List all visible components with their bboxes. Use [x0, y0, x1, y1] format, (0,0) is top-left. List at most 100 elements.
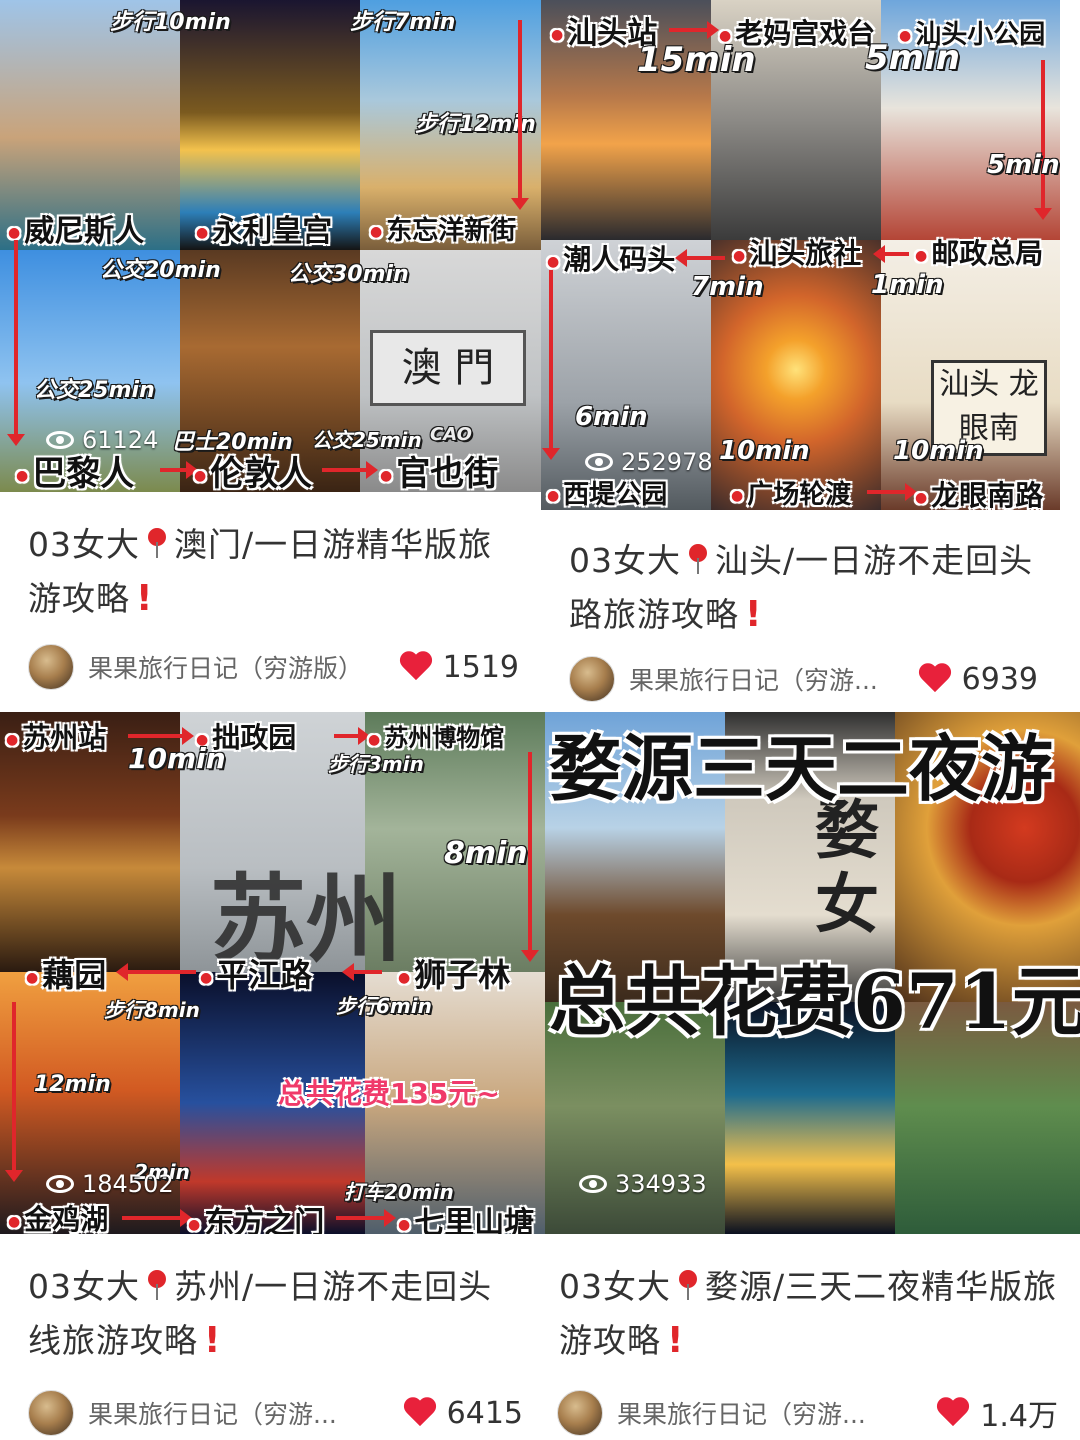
time-label: 12min: [34, 1072, 111, 1097]
view-count: 61124: [46, 426, 158, 454]
time-label: 7min: [691, 272, 764, 302]
cover-image[interactable]: 汕头 龙眼南 汕头站 老妈宫戏台 汕头小公园 15min 5min 5min 潮…: [541, 0, 1060, 510]
time-label: 10min: [719, 436, 810, 466]
route-arrow: [342, 963, 382, 981]
avatar[interactable]: [569, 656, 615, 702]
route-arrow: [336, 1209, 396, 1227]
place-label: 永利皇宫: [196, 206, 332, 250]
heart-icon: [936, 1398, 970, 1428]
eye-icon: [46, 1175, 74, 1193]
route-arrow: [334, 727, 370, 745]
heart-icon: [403, 1398, 437, 1428]
place-label: 伦敦人: [194, 446, 312, 492]
note-card-suzhou[interactable]: 苏州 苏州站 拙政园 苏州博物馆 10min 步行3min 8min 藕园 平江…: [0, 712, 545, 1440]
author-row[interactable]: 果果旅行日记（穷游... 6415: [28, 1388, 523, 1438]
exclamation-icon: !: [204, 1320, 222, 1361]
route-arrow: [7, 240, 25, 446]
place-label: 威尼斯人: [8, 206, 144, 250]
cover-image[interactable]: 婺女 婺源三天二夜游 总共花费671元 334933: [545, 712, 1080, 1234]
eye-icon: [46, 431, 74, 449]
author-row[interactable]: 果果旅行日记（穷游... 6939: [569, 654, 1038, 704]
note-title[interactable]: 03女大 苏州/一日游不走回头线旅游攻略!: [28, 1260, 523, 1368]
place-label: 西堤公园: [547, 474, 667, 510]
time-label: 步行6min: [336, 994, 432, 1018]
like-count: 6939: [961, 661, 1038, 697]
avatar[interactable]: [28, 1390, 74, 1436]
author-row[interactable]: 果果旅行日记（穷游... 1.4万: [557, 1388, 1058, 1438]
route-arrow: [867, 483, 917, 501]
note-card-wuyuan[interactable]: 婺女 婺源三天二夜游 总共花费671元 334933 03女大 婺源/三天二夜精华…: [545, 712, 1080, 1440]
route-arrow: [511, 20, 529, 210]
cover-cost: 总共花费671元: [549, 957, 1080, 1046]
like-button[interactable]: 1.4万: [936, 1391, 1058, 1435]
route-arrow: [5, 1002, 23, 1182]
route-arrow: [160, 461, 198, 479]
cover-image[interactable]: 苏州 苏州站 拙政园 苏州博物馆 10min 步行3min 8min 藕园 平江…: [0, 712, 545, 1234]
like-button[interactable]: 6939: [918, 662, 1038, 697]
like-button[interactable]: 6415: [403, 1396, 523, 1431]
location-pin-icon: [687, 544, 709, 574]
route-arrow: [322, 461, 378, 479]
author-name[interactable]: 果果旅行日记（穷游...: [617, 1395, 926, 1431]
note-card-macau[interactable]: 澳 門 CAO 步行10min 步行7min 步行12min 威尼斯人 永利皇宫…: [0, 0, 541, 700]
time-label: 公交25min: [34, 378, 155, 403]
place-label: 潮人码头: [547, 238, 675, 278]
author-row[interactable]: 果果旅行日记（穷游版） 1519: [28, 642, 519, 692]
time-label: 1min: [871, 270, 944, 300]
route-arrow: [542, 270, 560, 460]
route-arrow: [669, 21, 719, 39]
place-label: 金鸡湖: [8, 1198, 108, 1234]
macau-sign: 澳 門: [370, 330, 526, 406]
route-arrow: [873, 245, 909, 263]
heart-icon: [399, 652, 433, 682]
place-label: 藕园: [26, 950, 106, 996]
place-label: 汕头旅社: [733, 232, 861, 272]
eye-icon: [579, 1175, 607, 1193]
like-count: 1.4万: [980, 1399, 1058, 1434]
sign-sub-text: CAO: [430, 424, 472, 445]
cost-highlight: 总共花费135元~: [278, 1077, 500, 1110]
time-label: 步行8min: [104, 998, 200, 1022]
exclamation-icon: !: [745, 594, 763, 635]
view-count: 184502: [46, 1170, 174, 1198]
time-label: 公交30min: [288, 262, 409, 287]
time-label: 5min: [987, 150, 1060, 180]
route-arrow: [128, 727, 194, 745]
time-label: 步行10min: [110, 10, 231, 35]
cover-image[interactable]: 澳 門 CAO 步行10min 步行7min 步行12min 威尼斯人 永利皇宫…: [0, 0, 541, 492]
route-arrow: [521, 752, 539, 962]
exclamation-icon: !: [136, 578, 154, 619]
place-label: 龙眼南路: [915, 474, 1043, 510]
avatar[interactable]: [28, 644, 74, 690]
time-label: 10min: [128, 742, 226, 775]
time-label: 6min: [575, 402, 648, 432]
note-card-shantou[interactable]: 汕头 龙眼南 汕头站 老妈宫戏台 汕头小公园 15min 5min 5min 潮…: [541, 0, 1060, 712]
avatar[interactable]: [557, 1390, 603, 1436]
author-name[interactable]: 果果旅行日记（穷游版）: [88, 649, 389, 685]
route-arrow: [1034, 60, 1052, 220]
heart-icon: [918, 664, 952, 694]
place-label: 邮政总局: [915, 232, 1043, 272]
time-label: 8min: [444, 836, 528, 871]
location-pin-icon: [146, 528, 168, 558]
author-name[interactable]: 果果旅行日记（穷游...: [629, 661, 908, 697]
author-name[interactable]: 果果旅行日记（穷游...: [88, 1395, 393, 1431]
view-count: 252978: [585, 448, 713, 476]
like-count: 6415: [446, 1395, 523, 1431]
time-label: 15min: [637, 40, 756, 80]
note-title[interactable]: 03女大 汕头/一日游不走回头路旅游攻略!: [569, 534, 1038, 642]
like-button[interactable]: 1519: [399, 650, 519, 685]
eye-icon: [585, 453, 613, 471]
time-label: 步行3min: [328, 752, 424, 776]
time-label: 公交20min: [100, 258, 221, 283]
note-title[interactable]: 03女大 澳门/一日游精华版旅游攻略!: [28, 518, 519, 626]
wall-calligraphy: 婺女: [804, 796, 879, 944]
place-label: 七里山塘: [398, 1198, 534, 1234]
like-count: 1519: [442, 649, 519, 685]
place-label: 苏州站: [6, 716, 106, 756]
time-label: 步行7min: [350, 10, 456, 35]
location-pin-icon: [677, 1270, 699, 1300]
location-pin-icon: [146, 1270, 168, 1300]
note-title[interactable]: 03女大 婺源/三天二夜精华版旅游攻略!: [559, 1260, 1058, 1368]
place-label: 东方之门: [188, 1198, 324, 1234]
